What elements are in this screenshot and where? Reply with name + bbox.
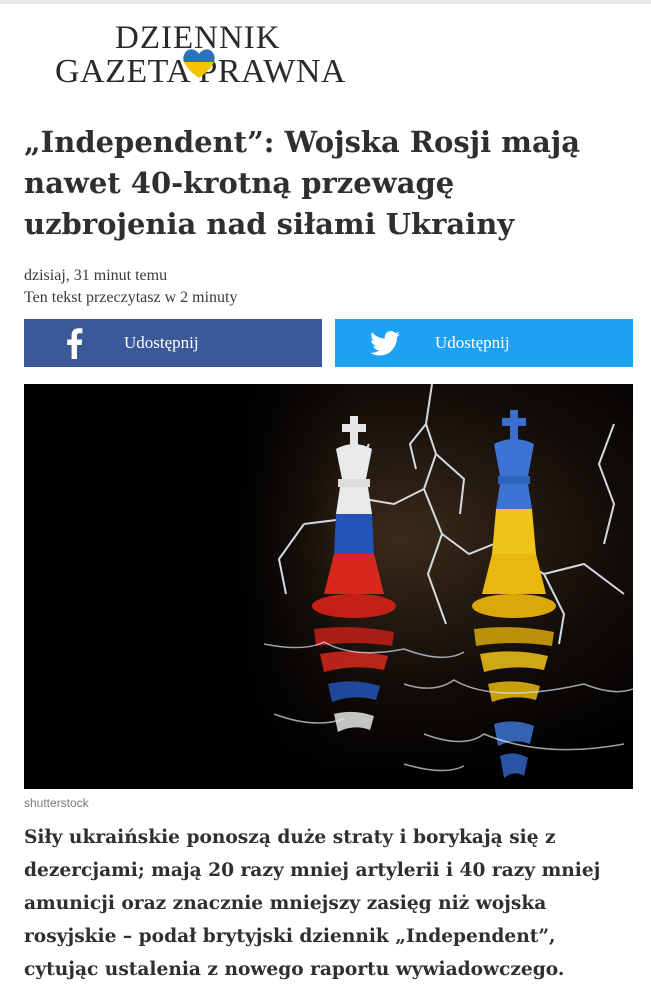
facebook-share-label: Udostępnij xyxy=(124,333,199,352)
site-logo[interactable]: DZIENNIK GAZETA PRAWNA xyxy=(55,18,355,90)
publish-time: dzisiaj, 31 minut temu xyxy=(24,267,168,284)
twitter-share-button[interactable]: Udostępnij xyxy=(335,319,633,367)
article-meta: dzisiaj, 31 minut temu Ten tekst przeczy… xyxy=(24,265,237,309)
article-title: „Independent”: Wojska Rosji mają nawet 4… xyxy=(24,125,581,241)
reading-time: Ten tekst przeczytasz w 2 minuty xyxy=(24,289,238,306)
article-image xyxy=(24,384,633,789)
article-lead: Siły ukraińskie ponoszą duże straty i bo… xyxy=(24,827,601,980)
ukraine-flag-heart-icon xyxy=(183,49,215,78)
facebook-icon xyxy=(24,327,124,359)
twitter-share-label: Udostępnij xyxy=(435,333,510,352)
top-divider xyxy=(0,0,651,4)
image-credit: shutterstock xyxy=(24,796,89,810)
twitter-icon xyxy=(335,330,435,356)
facebook-share-button[interactable]: Udostępnij xyxy=(24,319,322,367)
